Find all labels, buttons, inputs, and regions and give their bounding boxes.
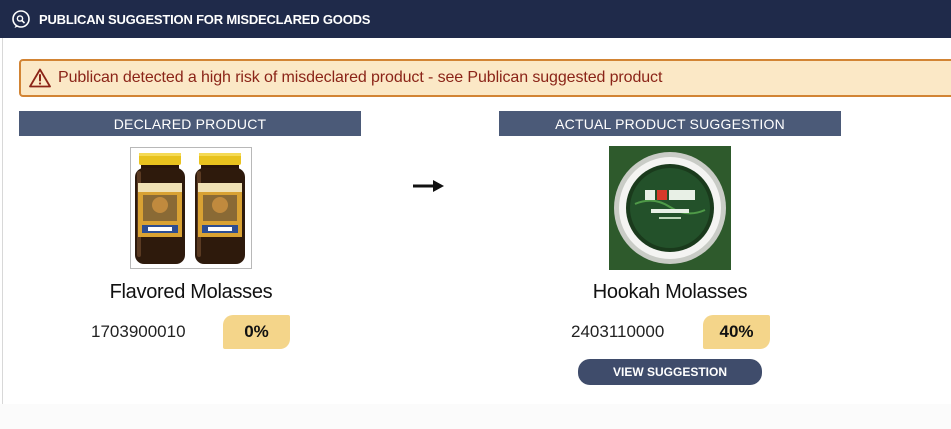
panel-title-bar: PUBLICAN SUGGESTION FOR MISDECLARED GOOD… (0, 0, 951, 38)
declared-product-name: Flavored Molasses (109, 281, 273, 303)
suggested-product-header: ACTUAL PRODUCT SUGGESTION (499, 111, 841, 136)
declared-percentage-badge: 0% (223, 315, 290, 349)
suggested-percentage-badge: 40% (703, 315, 770, 349)
declared-product-image (130, 147, 252, 274)
panel-title: PUBLICAN SUGGESTION FOR MISDECLARED GOOD… (39, 11, 371, 27)
card-footer-strip (0, 404, 951, 429)
risk-alert: Publican detected a high risk of misdecl… (19, 59, 951, 97)
declared-product-code: 1703900010 (91, 322, 186, 341)
view-suggestion-button[interactable]: VIEW SUGGESTION (578, 359, 762, 385)
declared-product-header: DECLARED PRODUCT (19, 111, 361, 136)
alert-message: Publican detected a high risk of misdecl… (58, 69, 663, 86)
suggested-product-image (609, 146, 731, 275)
chat-search-icon (11, 9, 31, 29)
right-arrow-icon (413, 179, 445, 198)
suggested-product-code: 2403110000 (571, 322, 665, 341)
warning-triangle-icon (29, 68, 51, 88)
suggested-product-name: Hookah Molasses (592, 281, 748, 303)
